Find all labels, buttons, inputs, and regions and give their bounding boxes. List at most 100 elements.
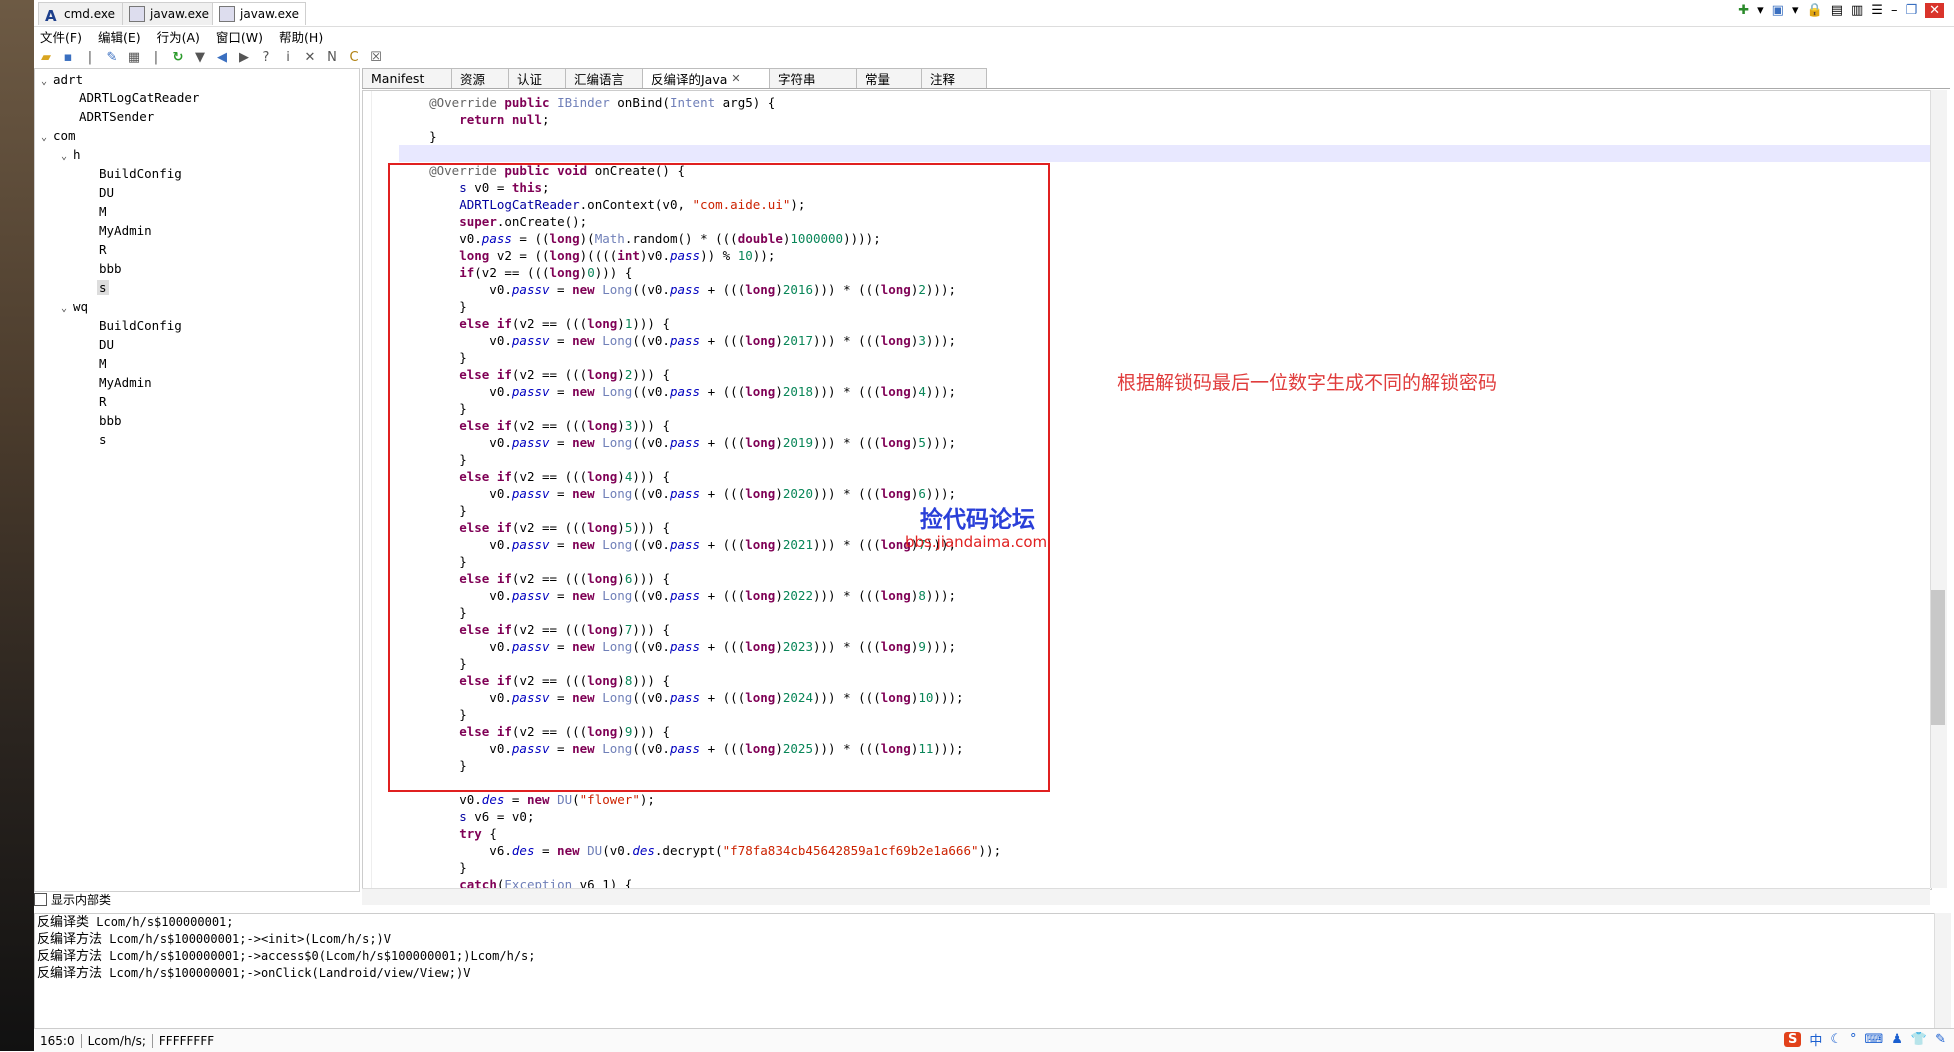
window-tab-label: cmd.exe [64, 7, 116, 21]
tree-class[interactable]: DU [99, 184, 114, 202]
highlight-box [388, 163, 1050, 792]
tree-class-selected[interactable]: s [97, 279, 109, 297]
window-controls: ✚ ▾ ▣ ▾ 🔒 ▤ ▥ ☰ – ❐ ✕ [1738, 3, 1944, 18]
tree-package-adrt[interactable]: ⌄ adrt [41, 71, 83, 89]
decompile-log: 反编译类 Lcom/h/s$100000001; 反编译方法 Lcom/h/s$… [34, 913, 1936, 1030]
window-tab-javaw-1[interactable]: javaw.exe [122, 2, 216, 25]
moon-icon[interactable]: ☾ [1830, 1032, 1842, 1047]
shirt-icon[interactable]: 👕 [1911, 1032, 1927, 1047]
info-icon[interactable]: i [280, 49, 296, 65]
x-box-icon[interactable]: ☒ [368, 49, 384, 65]
class-tree: ⌄ adrt ADRTLogCatReader ADRTSender ⌄ com ⌄… [34, 68, 360, 892]
panel-icon[interactable]: ▤ [1831, 3, 1843, 18]
cursor-position: 165:0 [34, 1033, 82, 1048]
restore-icon[interactable]: ❐ [1905, 3, 1917, 18]
tab-comments[interactable]: 注释 [921, 68, 987, 88]
menu-file[interactable]: 文件(F) [40, 27, 82, 46]
window-tab-javaw-2[interactable]: javaw.exe [212, 2, 306, 25]
status-bar: 165:0 Lcom/h/s; FFFFFFFF [34, 1028, 1954, 1052]
tree-package-com[interactable]: ⌄ com [41, 127, 76, 145]
tree-class[interactable]: R [99, 241, 107, 259]
watermark-url: bbs.jiandaima.com [905, 533, 1048, 551]
annotation-note: 根据解锁码最后一位数字生成不同的解锁密码 [1117, 372, 1498, 394]
add-icon[interactable]: ✚ [1738, 3, 1749, 18]
window-icon[interactable]: ▣ [1772, 3, 1784, 18]
chevron-down-icon: ⌄ [61, 303, 68, 314]
wrench-icon[interactable]: ✎ [1935, 1032, 1946, 1047]
aide-a-icon: A [45, 7, 57, 25]
person-icon[interactable]: ♟ [1891, 1032, 1903, 1047]
tab-decompiled-java[interactable]: 反编译的Java ✕ [642, 68, 770, 88]
save-icon[interactable]: ▪ [60, 49, 76, 65]
show-inner-classes[interactable]: 显示内部类 [34, 890, 358, 908]
tab-constants[interactable]: 常量 [856, 68, 922, 88]
close-icon[interactable]: ✕ [1925, 3, 1944, 18]
close-icon[interactable]: ✕ [731, 72, 740, 85]
tab-assembly[interactable]: 汇编语言 [565, 68, 643, 88]
cross-icon[interactable]: ✕ [302, 49, 318, 65]
log-scrollbar[interactable] [1934, 913, 1951, 1028]
log-line: 反编译方法 Lcom/h/s$100000001;-><init>(Lcom/h… [37, 932, 391, 947]
tree-class[interactable]: M [99, 355, 107, 373]
tab-strings[interactable]: 字符串 [769, 68, 857, 88]
n-icon[interactable]: N [324, 49, 340, 65]
wrench-icon[interactable]: ✎ [104, 49, 120, 65]
sogou-s-icon[interactable]: S [1783, 1032, 1802, 1047]
keyboard-icon[interactable]: ⌨ [1864, 1032, 1883, 1047]
grid-icon[interactable]: ▦ [126, 49, 142, 65]
tab-certificate[interactable]: 认证 [508, 68, 566, 88]
dropdown-icon[interactable]: ▾ [1757, 3, 1764, 18]
panel-icon[interactable]: ▥ [1851, 3, 1863, 18]
menu-icon[interactable]: ☰ [1871, 3, 1883, 18]
log-line: 反编译类 Lcom/h/s$100000001; [37, 915, 234, 930]
editor-scroll-thumb[interactable] [1931, 590, 1945, 725]
separator: | [87, 49, 93, 65]
menu-help[interactable]: 帮助(H) [279, 27, 323, 46]
tree-class[interactable]: M [99, 203, 107, 221]
tree-class[interactable]: BuildConfig [99, 165, 182, 183]
editor-vertical-scrollbar[interactable] [1930, 90, 1947, 888]
tree-class[interactable]: DU [99, 336, 114, 354]
refresh-icon[interactable]: ↻ [170, 49, 186, 65]
window-tab-cmd[interactable]: A cmd.exe [38, 2, 126, 25]
editor-gutter [363, 91, 372, 889]
help-icon[interactable]: ? [258, 49, 274, 65]
tab-resources[interactable]: 资源 [451, 68, 509, 88]
menu-bar: 文件(F) 编辑(E) 行为(A) 窗口(W) 帮助(H) [34, 26, 1954, 46]
tree-class[interactable]: s [99, 431, 107, 449]
back-icon[interactable]: ◀ [214, 49, 230, 65]
window-tab-label: javaw.exe [240, 7, 299, 21]
tree-class[interactable]: bbb [99, 260, 122, 278]
status-value: FFFFFFFF [158, 1033, 215, 1048]
tree-package-h[interactable]: ⌄ h [61, 146, 81, 164]
lock-icon[interactable]: 🔒 [1807, 3, 1823, 18]
open-folder-icon[interactable]: ▰ [38, 49, 54, 65]
filter-icon[interactable]: ▼ [192, 49, 208, 65]
log-line: 反编译方法 Lcom/h/s$100000001;->access$0(Lcom… [37, 949, 536, 964]
checkbox[interactable] [34, 892, 47, 906]
watermark-title: 捡代码论坛 [920, 507, 1035, 533]
app-window-icon [219, 6, 235, 22]
minimize-icon[interactable]: – [1891, 3, 1898, 18]
log-line: 反编译方法 Lcom/h/s$100000001;->onClick(Landr… [37, 966, 471, 981]
menu-window[interactable]: 窗口(W) [216, 27, 263, 46]
tree-class[interactable]: bbb [99, 412, 122, 430]
forward-icon[interactable]: ▶ [236, 49, 252, 65]
punctuation-icon[interactable]: ° [1850, 1032, 1857, 1047]
menu-action[interactable]: 行为(A) [157, 27, 200, 46]
chevron-down-icon: ⌄ [41, 76, 48, 87]
tree-class[interactable]: ADRTSender [79, 108, 154, 126]
c-icon[interactable]: C [346, 49, 362, 65]
chinese-mode-icon[interactable]: 中 [1809, 1030, 1822, 1049]
tree-class[interactable]: MyAdmin [99, 222, 152, 240]
toolbar: ▰ ▪ | ✎ ▦ | ↻ ▼ ◀ ▶ ? i ✕ N C ☒ [34, 46, 1954, 68]
tree-package-wq[interactable]: ⌄ wq [61, 298, 88, 316]
dropdown-icon[interactable]: ▾ [1792, 3, 1799, 18]
tab-manifest[interactable]: Manifest [362, 68, 452, 88]
tree-class[interactable]: R [99, 393, 107, 411]
tree-class[interactable]: MyAdmin [99, 374, 152, 392]
tree-class[interactable]: ADRTLogCatReader [79, 89, 199, 107]
editor-horizontal-scrollbar[interactable] [362, 888, 1930, 905]
tree-class[interactable]: BuildConfig [99, 317, 182, 335]
menu-edit[interactable]: 编辑(E) [98, 27, 141, 46]
